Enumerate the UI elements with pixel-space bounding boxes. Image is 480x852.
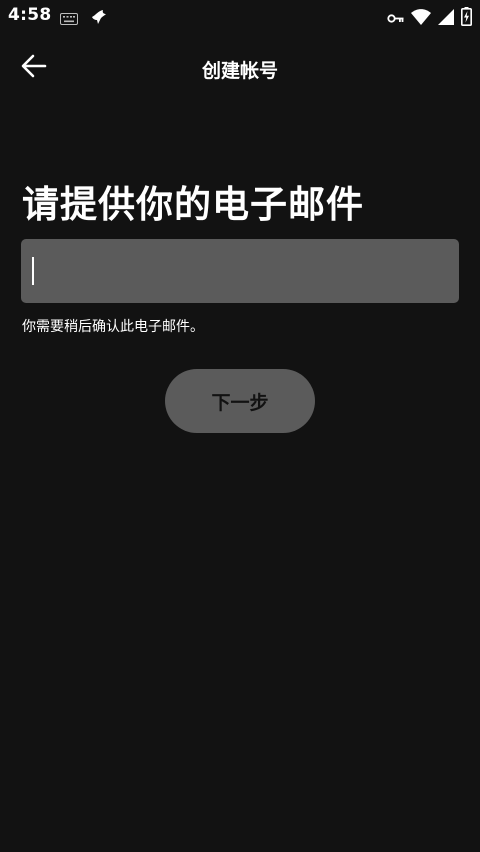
text-cursor (32, 257, 34, 285)
email-field[interactable] (21, 239, 459, 303)
next-button[interactable]: 下一步 (165, 369, 315, 433)
status-time: 4:58 (8, 5, 52, 25)
email-input[interactable] (21, 239, 459, 303)
bird-icon (90, 8, 108, 30)
wifi-icon (411, 8, 431, 29)
status-system-icons (387, 7, 472, 30)
signal-icon (438, 8, 454, 29)
page-title: 创建帐号 (201, 60, 278, 82)
email-heading: 请提供你的电子邮件 (22, 183, 364, 226)
status-bar: 4:58 (0, 0, 480, 34)
email-hint: 你需要稍后确认此电子邮件。 (22, 319, 204, 335)
vpn-key-icon (387, 9, 404, 28)
app-bar: 创建帐号 (0, 40, 480, 96)
battery-charging-icon (461, 7, 472, 30)
keyboard-icon (60, 10, 78, 29)
status-notification-icons (60, 8, 108, 30)
